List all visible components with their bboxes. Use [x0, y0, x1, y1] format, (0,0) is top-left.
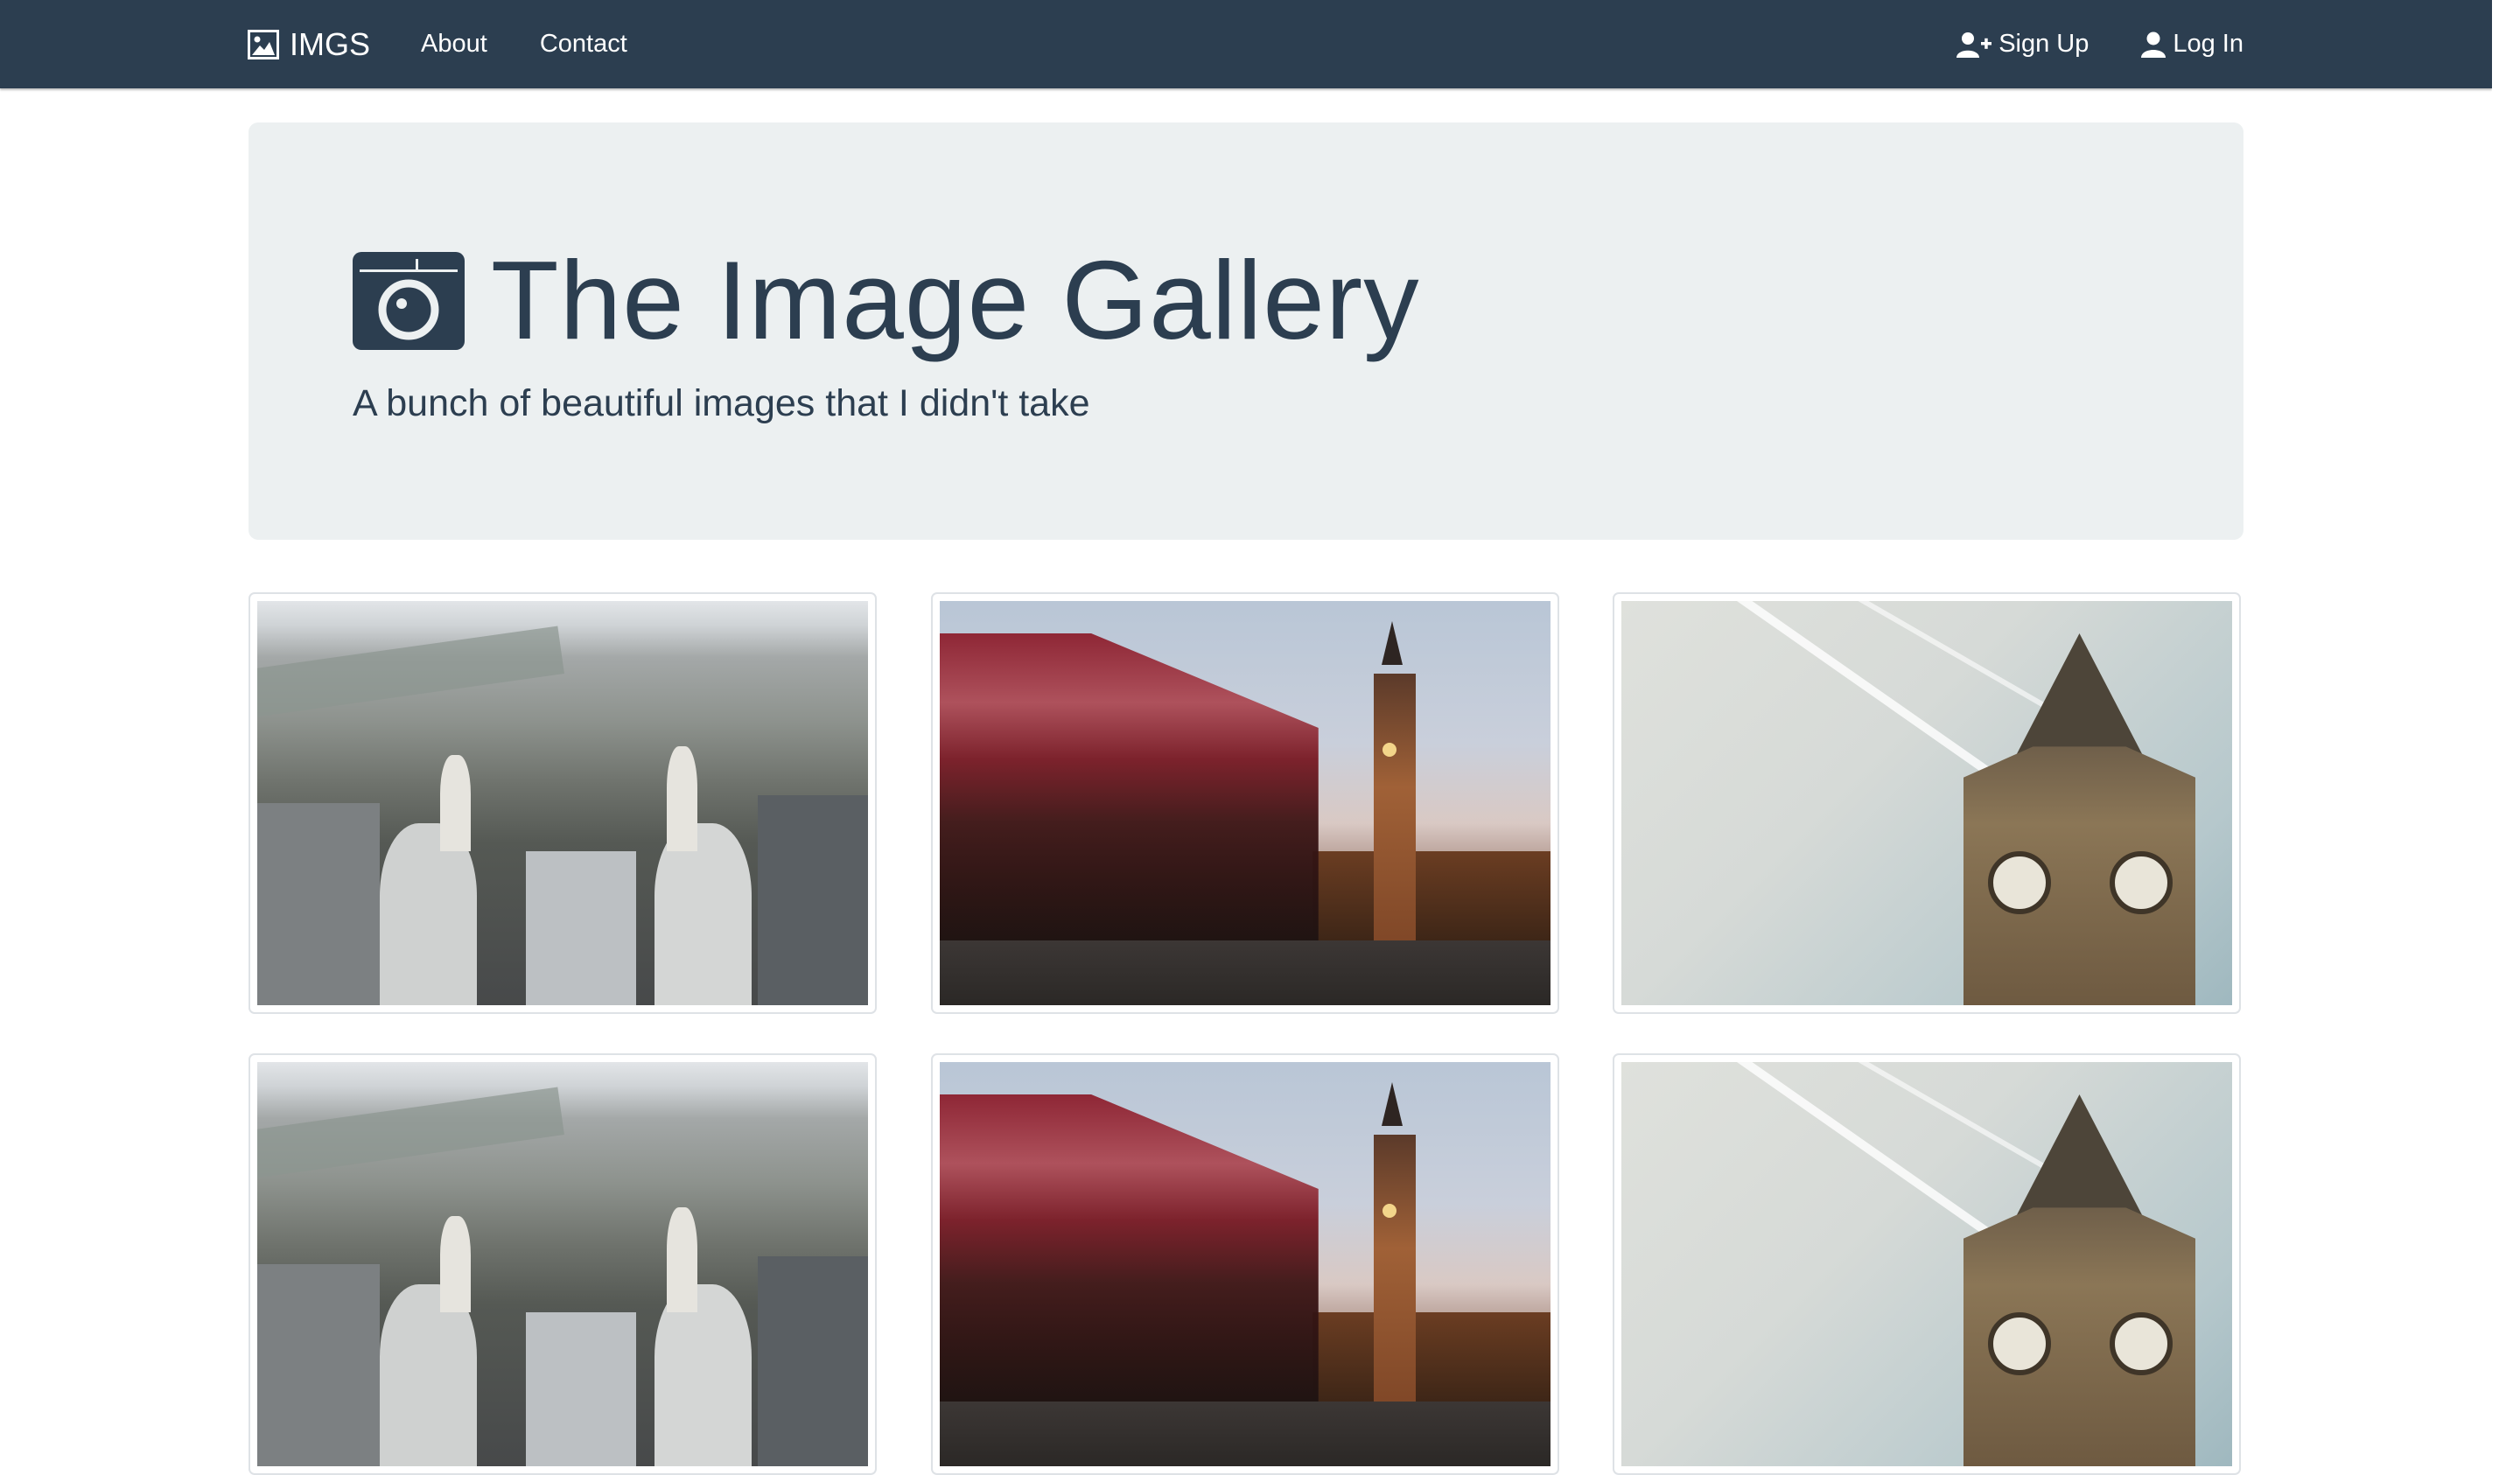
gallery-thumbnail[interactable]	[248, 592, 877, 1014]
nav-link-about[interactable]: About	[421, 30, 487, 59]
brand-link[interactable]: IMGS	[248, 26, 370, 63]
signup-link[interactable]: Sign Up	[1956, 30, 2089, 59]
gallery-image-bus-big-ben	[940, 601, 1550, 1005]
jumbotron-title: The Image Gallery	[353, 245, 1420, 356]
gallery-thumbnail[interactable]	[1613, 592, 2241, 1014]
gallery-thumbnail[interactable]	[1613, 1053, 2241, 1475]
user-icon	[2141, 31, 2166, 58]
camera-icon	[353, 251, 465, 350]
gallery-image-big-ben-sky	[1621, 601, 2232, 1005]
user-plus-icon	[1956, 31, 1992, 58]
login-link[interactable]: Log In	[2141, 30, 2244, 59]
gallery-thumbnail[interactable]	[931, 592, 1559, 1014]
gallery-image-big-ben-sky	[1621, 1062, 2232, 1466]
gallery-image-london-aerial	[257, 1062, 868, 1466]
gallery-thumbnail[interactable]	[931, 1053, 1559, 1475]
signup-label: Sign Up	[1998, 30, 2090, 58]
brand-label: IMGS	[290, 25, 371, 62]
page-edge	[2492, 0, 2520, 1367]
nav-right: Sign Up Log In	[1904, 30, 2244, 59]
jumbotron: The Image Gallery A bunch of beautiful i…	[248, 122, 2244, 540]
gallery-image-london-aerial	[257, 601, 868, 1005]
login-label: Log In	[2173, 30, 2244, 58]
nav-link-contact[interactable]: Contact	[540, 30, 627, 59]
navbar-inner: IMGS About Contact Sign Up Log In	[248, 0, 2244, 88]
page-subtitle: A bunch of beautiful images that I didn'…	[353, 382, 1090, 424]
navbar: IMGS About Contact Sign Up Log In	[0, 0, 2492, 88]
gallery-thumbnail[interactable]	[248, 1053, 877, 1475]
gallery-image-bus-big-ben	[940, 1062, 1550, 1466]
image-icon	[248, 29, 279, 59]
page-title: The Image Gallery	[491, 238, 1420, 362]
